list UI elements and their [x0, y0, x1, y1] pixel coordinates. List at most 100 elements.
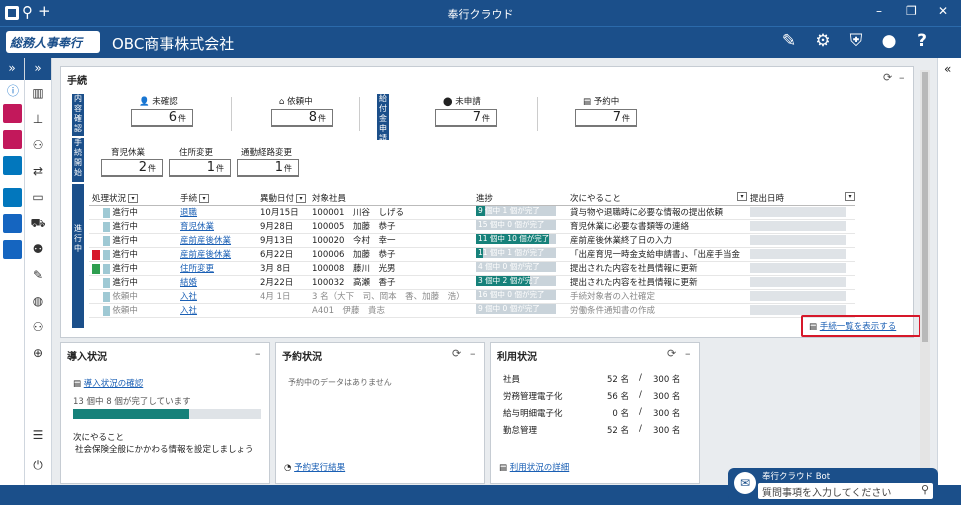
close-icon[interactable]: ✕	[938, 4, 948, 18]
col-submitted[interactable]: 提出日時 ▾	[747, 192, 855, 206]
procedure-link[interactable]: 入社	[180, 306, 197, 316]
minimize-icon[interactable]: –	[876, 4, 882, 18]
reservation-result-link[interactable]: ◔ 予約実行結果	[284, 461, 345, 473]
table-row[interactable]: 進行中 産前産後休業 9月13日 100020 今村 幸一 11 個中 10 個が完了 産…	[89, 233, 855, 248]
procedure-link[interactable]: 結婚	[180, 278, 197, 288]
procedure-list-link[interactable]: ▤ 手続一覧を表示する	[801, 315, 921, 337]
truck-icon[interactable]: ⛟	[29, 216, 47, 234]
procedure-cell[interactable]: 入社	[177, 303, 257, 318]
progress-bar: 9 個中 1 個が完了	[476, 205, 556, 216]
org-chart-icon[interactable]: ⊥	[29, 112, 47, 130]
col-date[interactable]: 異動日付 ▾	[257, 192, 309, 206]
procedure-cell[interactable]: 退職	[177, 205, 257, 220]
transfer-icon[interactable]: ⇄	[29, 164, 47, 182]
status-swatch	[102, 235, 110, 246]
table-row[interactable]: 進行中 育児休業 9月28日 100005 加藤 恭子 15 個中 0 個が完了 育児休業…	[89, 219, 855, 234]
refresh-icon[interactable]: ⟳	[883, 71, 892, 84]
progress-cell: 9 個中 1 個が完了	[473, 205, 567, 220]
procedure-cell[interactable]: 育児休業	[177, 219, 257, 234]
scrollbar[interactable]	[920, 70, 930, 470]
refresh-icon[interactable]: ⟳	[667, 347, 676, 360]
product-logo[interactable]: 総務人事奉行	[6, 31, 100, 53]
reserved-count[interactable]: 7件	[575, 109, 637, 127]
commute-change-label: 通勤経路変更	[241, 148, 293, 158]
table-row[interactable]: 依頼中 入社 A401 伊藤 貴志 9 個中 0 個が完了 労働条件通知書の作成	[89, 303, 855, 318]
power-icon[interactable]: ⏻	[29, 458, 47, 476]
table-row[interactable]: 進行中 住所変更 3月 8日 100008 藤川 光男 4 個中 0 個が完了 提出された…	[89, 261, 855, 276]
procedure-link[interactable]: 退職	[180, 208, 197, 218]
progress-text: 11 個中 1 個が完了	[478, 247, 545, 257]
procedure-cell[interactable]: 住所変更	[177, 261, 257, 276]
collapse-icon[interactable]: –	[470, 347, 476, 360]
procedure-cell[interactable]: 結婚	[177, 275, 257, 290]
unconfirmed-count[interactable]: 6件	[131, 109, 193, 127]
family-icon[interactable]: ⚉	[29, 242, 47, 260]
help-icon[interactable]: ?	[911, 31, 933, 53]
procedure-link[interactable]: 産前産後休業	[180, 236, 231, 246]
app-tile-2[interactable]	[3, 130, 22, 149]
procedure-link[interactable]: 住所変更	[180, 264, 214, 274]
col-procedure[interactable]: 手続 ▾	[177, 192, 257, 206]
people-icon[interactable]: ⚇	[29, 138, 47, 156]
company-name: OBC商事株式会社	[112, 35, 235, 53]
childcare-count[interactable]: 2件	[101, 159, 163, 177]
app-tile-4[interactable]	[3, 188, 22, 207]
building-icon[interactable]: ▥	[29, 86, 47, 104]
progress-cell: 11 個中 10 個が完了	[473, 233, 567, 248]
gear-icon[interactable]: ⚙	[812, 31, 834, 53]
document-icon[interactable]: ✎	[29, 268, 47, 286]
app-tile-1[interactable]	[3, 104, 22, 123]
card-icon[interactable]: ▭	[29, 190, 47, 208]
collapse-icon[interactable]: –	[685, 347, 691, 360]
user-icon[interactable]: ●	[878, 31, 900, 53]
globe-icon[interactable]: ◍	[29, 294, 47, 312]
col-next[interactable]: 次にやること ▾	[567, 192, 747, 206]
date-cell	[257, 303, 309, 318]
next-cell: 手続対象者の入社確定	[567, 289, 747, 304]
procedure-cell[interactable]: 入社	[177, 289, 257, 304]
app-tile-3[interactable]	[3, 156, 22, 175]
procedure-cell[interactable]: 産前産後休業	[177, 247, 257, 262]
date-cell: 4月 1日	[257, 289, 309, 304]
unfiled-count[interactable]: 7件	[435, 109, 497, 127]
commute-change-count[interactable]: 1件	[237, 159, 299, 177]
table-row[interactable]: 進行中 退職 10月15日 100001 川谷 しげる 9 個中 1 個が完了 貸与物や退…	[89, 205, 855, 220]
procedure-link[interactable]: 育児休業	[180, 222, 214, 232]
chatbot-input[interactable]: 質問事項を入力してください ⚲	[758, 483, 933, 499]
info-icon[interactable]: ⓘ	[4, 82, 22, 100]
chatbot-widget[interactable]: ✉ 奉行クラウド Bot 質問事項を入力してください ⚲	[728, 468, 938, 502]
status-cell: 進行中	[89, 205, 177, 220]
restore-icon[interactable]: ❐	[906, 4, 917, 18]
notebook-icon[interactable]: ✎	[778, 31, 800, 53]
world-icon[interactable]: ⊕	[29, 346, 47, 364]
address-change-count[interactable]: 1件	[169, 159, 231, 177]
table-row[interactable]: 依頼中 入社 4月 1日 3 名（大下 司、岡本 香、加藤 浩） 16 個中 0 個が完…	[89, 289, 855, 304]
procedure-link[interactable]: 入社	[180, 292, 197, 302]
intro-link[interactable]: ▤ 導入状況の確認	[73, 377, 143, 389]
procedure-cell[interactable]: 産前産後休業	[177, 233, 257, 248]
chatbot-title: 奉行クラウド Bot	[762, 472, 831, 482]
employee-cell: 100008 藤川 光男	[309, 261, 473, 276]
shield-icon[interactable]: ⛨	[845, 31, 867, 53]
usage-slash: /	[639, 373, 642, 383]
refresh-icon[interactable]: ⟳	[452, 347, 461, 360]
search-icon[interactable]: ⚲	[921, 483, 929, 496]
collapse-icon[interactable]: –	[899, 71, 905, 84]
app-tile-5[interactable]	[3, 214, 22, 233]
collapse-icon[interactable]: –	[255, 347, 261, 360]
procedure-link[interactable]: 産前産後休業	[180, 250, 231, 260]
app-tile-6[interactable]	[3, 240, 22, 259]
requesting-count[interactable]: 8件	[271, 109, 333, 127]
usage-detail-link[interactable]: ▤ 利用状況の詳細	[499, 461, 569, 473]
group-icon[interactable]: ⚇	[29, 320, 47, 338]
collapse-menu-icon[interactable]: »	[25, 58, 51, 80]
expand-rail-icon[interactable]: »	[0, 58, 24, 80]
scrollbar-thumb[interactable]	[922, 72, 928, 342]
usage-used: 52 名	[606, 375, 629, 385]
table-row[interactable]: 進行中 産前産後休業 6月22日 100006 加藤 恭子 11 個中 1 個が完了 「出…	[89, 247, 855, 262]
col-status[interactable]: 処理状況 ▾	[89, 192, 177, 206]
table-row[interactable]: 進行中 結婚 2月22日 100032 高瀬 香子 3 個中 2 個が完了 提出された内容…	[89, 275, 855, 290]
procedures-table: 処理状況 ▾ 手続 ▾ 異動日付 ▾ 対象社員 進捗 次にやること ▾ 提出日時 ▾ 進行…	[89, 192, 855, 318]
list-icon[interactable]: ☰	[29, 428, 47, 446]
expand-right-icon[interactable]: «	[944, 62, 951, 76]
